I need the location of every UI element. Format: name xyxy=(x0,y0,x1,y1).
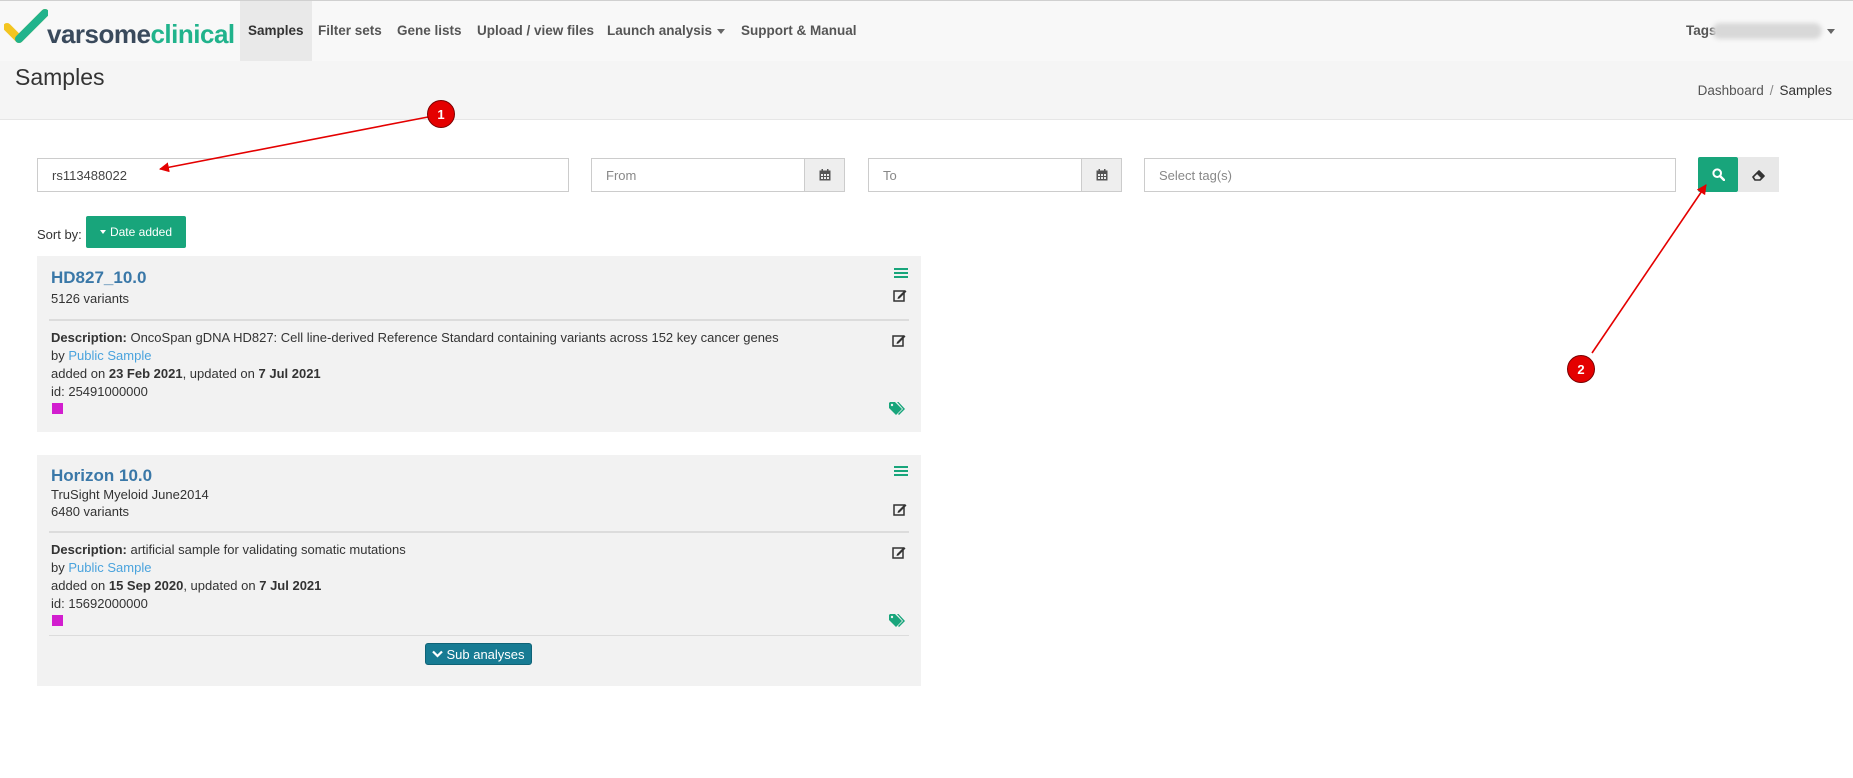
logo-check-icon xyxy=(4,9,48,43)
sample-description: Description: OncoSpan gDNA HD827: Cell l… xyxy=(51,330,779,345)
sample-name-link[interactable]: HD827_10.0 xyxy=(51,268,146,288)
user-menu-name-blurred[interactable] xyxy=(1712,23,1822,39)
clear-filters-button[interactable] xyxy=(1738,157,1779,192)
sort-date-added-button[interactable]: Date added xyxy=(86,216,186,248)
annotation-arrow-2 xyxy=(1591,184,1707,354)
owner-link[interactable]: Public Sample xyxy=(68,348,151,363)
breadcrumb: Dashboard / Samples xyxy=(1698,83,1832,98)
sample-id: id: 15692000000 xyxy=(51,596,148,611)
edit-description-icon[interactable] xyxy=(891,332,907,348)
sample-owner: by Public Sample xyxy=(51,560,152,575)
owner-link[interactable]: Public Sample xyxy=(68,560,151,575)
variant-count: 5126 variants xyxy=(51,291,130,306)
sort-label: Sort by: xyxy=(37,227,82,242)
date-from-input[interactable] xyxy=(591,158,806,192)
breadcrumb-separator: / xyxy=(1769,83,1774,98)
sample-owner: by Public Sample xyxy=(51,348,152,363)
chevron-down-icon xyxy=(1827,28,1835,34)
chevron-down-icon xyxy=(717,28,726,34)
calendar-icon xyxy=(819,169,830,181)
nav-gene-lists[interactable]: Gene lists xyxy=(389,1,470,61)
menu-icon[interactable] xyxy=(893,464,909,478)
divider xyxy=(49,635,909,636)
edit-icon[interactable] xyxy=(892,287,908,303)
nav-launch-analysis[interactable]: Launch analysis xyxy=(599,1,733,61)
breadcrumb-dashboard[interactable]: Dashboard xyxy=(1698,83,1764,98)
sample-card: HD827_10.0 5126 variants Description: On… xyxy=(37,256,921,432)
nav-samples[interactable]: Samples xyxy=(240,1,312,61)
breadcrumb-current: Samples xyxy=(1779,83,1832,98)
page-header: Samples Dashboard / Samples xyxy=(0,61,1853,120)
sample-name-link[interactable]: Horizon 10.0 xyxy=(51,466,152,486)
sample-subtitle: TruSight Myeloid June2014 xyxy=(51,487,209,502)
nav-filter-sets[interactable]: Filter sets xyxy=(310,1,390,61)
tags-icon[interactable] xyxy=(888,613,908,629)
logo-text: varsomeclinical xyxy=(47,19,235,49)
nav-support-manual[interactable]: Support & Manual xyxy=(733,1,865,61)
nav-upload-files[interactable]: Upload / view files xyxy=(469,1,602,61)
annotation-badge-2: 2 xyxy=(1567,355,1595,383)
user-menu-toggle[interactable] xyxy=(1822,1,1835,61)
caret-down-icon xyxy=(99,230,106,234)
search-input[interactable] xyxy=(37,158,569,192)
tags-select-input[interactable] xyxy=(1144,158,1676,192)
date-to-calendar-button[interactable] xyxy=(1081,158,1122,192)
tag-color-square xyxy=(52,615,63,626)
edit-description-icon[interactable] xyxy=(891,544,907,560)
divider xyxy=(49,531,909,533)
search-button[interactable] xyxy=(1698,157,1738,192)
date-from-calendar-button[interactable] xyxy=(804,158,845,192)
sample-dates: added on 15 Sep 2020, updated on 7 Jul 2… xyxy=(51,578,322,593)
chevron-down-icon xyxy=(432,650,444,658)
edit-icon[interactable] xyxy=(892,501,908,517)
calendar-icon xyxy=(1096,169,1107,181)
sample-card: Horizon 10.0 TruSight Myeloid June2014 6… xyxy=(37,455,921,686)
search-icon xyxy=(1711,168,1725,181)
sub-analyses-button[interactable]: Sub analyses xyxy=(425,643,532,665)
divider xyxy=(49,319,909,321)
sample-dates: added on 23 Feb 2021, updated on 7 Jul 2… xyxy=(51,366,321,381)
variant-count: 6480 variants xyxy=(51,504,130,519)
sample-id: id: 25491000000 xyxy=(51,384,148,399)
eraser-icon xyxy=(1751,169,1765,181)
page-title: Samples xyxy=(15,64,105,90)
menu-icon[interactable] xyxy=(893,266,909,280)
date-to-input[interactable] xyxy=(868,158,1083,192)
annotation-badge-1: 1 xyxy=(427,100,455,128)
top-navbar: varsomeclinical Samples Filter sets Gene… xyxy=(0,1,1853,61)
tags-icon[interactable] xyxy=(888,401,908,417)
sample-description: Description: artificial sample for valid… xyxy=(51,542,406,557)
tag-color-square xyxy=(52,403,63,414)
